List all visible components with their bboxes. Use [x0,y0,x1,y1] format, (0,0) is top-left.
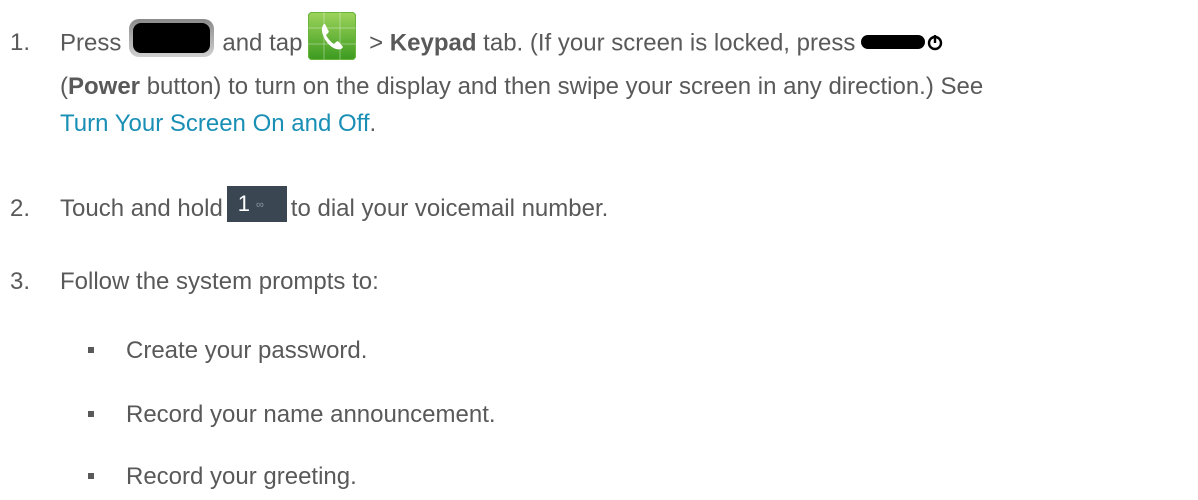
step-2-after-text: to dial your voicemail number. [290,195,609,222]
key-one-digit: 1 [237,190,251,216]
keypad-label: Keypad [389,29,477,57]
step-1-line-1: 1. Press and tap > Keypad tab. (If your sc… [10,12,1178,68]
bullet-item: Record your name announcement. [88,396,496,433]
turn-screen-on-off-link[interactable]: Turn Your Screen On and Off [60,110,370,137]
step-1-number: 1. [10,29,31,57]
step-1-locked-text: tab. (If your screen is locked, press [483,29,856,57]
step-3: 3. Follow the system prompts to: [10,263,1178,300]
step-1-period: . [369,110,377,137]
instructions-document: 1. Press and tap > Keypad tab. (If your sc… [0,0,1198,500]
bullet-square-icon [88,472,94,479]
bullet-text: Record your name announcement. [126,401,496,428]
phone-app-icon [308,12,357,60]
step-1-line-3: Turn Your Screen On and Off. [10,105,1178,142]
step-3-number: 3. [10,268,31,295]
power-key-icon [861,35,926,49]
power-label: Power [68,73,141,100]
step-3-text: Follow the system prompts to: [60,268,379,295]
step-1-press-text: Press [60,29,122,57]
bullet-text: Record your greeting. [126,463,357,490]
step-2-before-text: Touch and hold [60,195,223,222]
step-1-power-text: button) to turn on the display and then … [146,73,984,100]
step-2-number: 2. [10,195,31,222]
step-2: 2. Touch and hold 1 ∞ to dial your voicemail… [10,185,1178,228]
bullet-item: Create your password. [88,332,367,369]
step-1-line-2: (Power button) to turn on the display an… [10,68,1178,105]
step-1: 1. Press and tap > Keypad tab. (If your sc… [10,12,1178,142]
power-symbol-icon [928,35,943,51]
bullet-item: Record your greeting. [88,458,357,495]
step-1-and-tap-text: and tap [222,29,303,57]
bullet-text: Create your password. [126,337,368,364]
step-1-gt-text: > [369,29,384,57]
bullet-square-icon [88,346,94,353]
voicemail-key-icon: 1 ∞ [226,185,287,222]
voicemail-glyph-icon: ∞ [256,198,264,211]
bullet-square-icon [88,410,94,417]
open-paren-text: ( [60,73,68,100]
home-key-icon [129,19,215,57]
